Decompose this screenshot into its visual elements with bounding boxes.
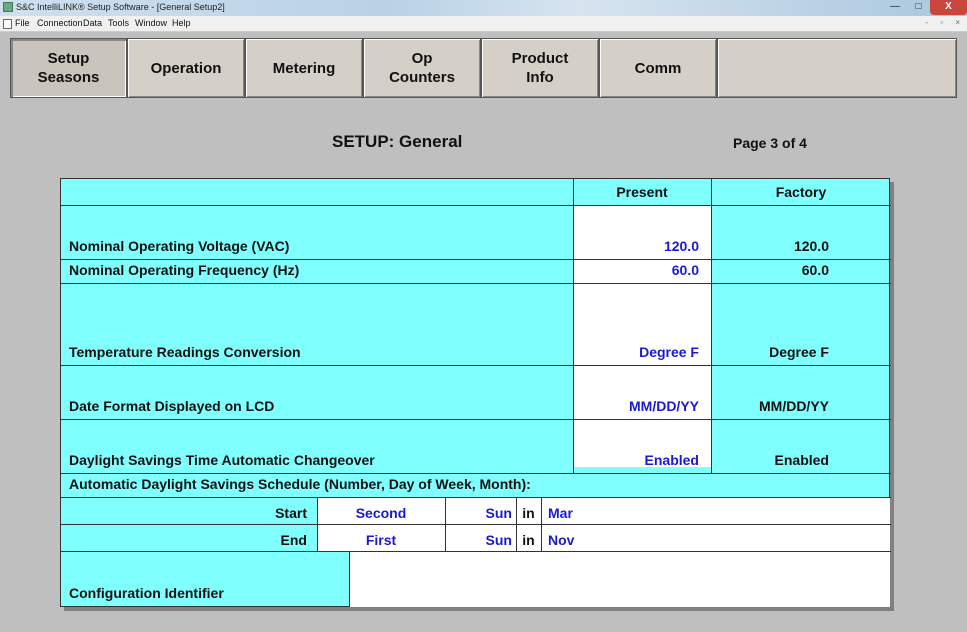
tab-operation[interactable]: Operation [127, 38, 245, 98]
column-header-factory: Factory [775, 184, 827, 200]
tab-setup-seasons[interactable]: Setup Seasons [10, 38, 127, 98]
dst-start-month[interactable]: Mar [548, 505, 573, 521]
present-temperature-value[interactable]: Degree F [573, 344, 699, 360]
row-label-temperature: Temperature Readings Conversion [69, 344, 301, 360]
menu-connection[interactable]: Connection [37, 18, 83, 28]
tab-bar: Setup Seasons Operation Metering Op Coun… [10, 38, 957, 98]
factory-temperature-value: Degree F [769, 344, 829, 360]
minimize-button[interactable]: — [883, 0, 907, 15]
title-bar: S&C IntelliLINK® Setup Software - [Gener… [0, 0, 967, 16]
factory-date-format-value: MM/DD/YY [759, 398, 829, 414]
tab-metering[interactable]: Metering [245, 38, 363, 98]
dst-end-in: in [522, 532, 535, 548]
menu-window[interactable]: Window [135, 18, 167, 28]
tab-product-info[interactable]: Product Info [481, 38, 599, 98]
close-button[interactable]: X [930, 0, 967, 15]
dst-start-day[interactable]: Sun [445, 505, 512, 521]
menu-tools[interactable]: Tools [108, 18, 129, 28]
dst-start-number[interactable]: Second [317, 505, 445, 521]
settings-table: Present Factory Nominal Operating Voltag… [60, 178, 891, 607]
config-identifier-label: Configuration Identifier [69, 585, 224, 601]
present-dst-changeover-value[interactable]: Enabled [573, 452, 699, 468]
dst-start-in: in [522, 505, 535, 521]
row-label-frequency: Nominal Operating Frequency (Hz) [69, 262, 300, 278]
menu-bar: File Connection Data Tools Window Help -… [0, 16, 967, 32]
dst-end-number[interactable]: First [317, 532, 445, 548]
menu-help[interactable]: Help [172, 18, 191, 28]
row-label-date-format: Date Format Displayed on LCD [69, 398, 275, 414]
window-title: S&C IntelliLINK® Setup Software - [Gener… [16, 2, 225, 12]
maximize-button[interactable]: □ [907, 0, 930, 15]
present-voltage-value[interactable]: 120.0 [573, 238, 699, 254]
factory-frequency-value: 60.0 [801, 262, 829, 278]
row-label-voltage: Nominal Operating Voltage (VAC) [69, 238, 290, 254]
config-identifier-field[interactable] [349, 551, 890, 607]
page-title: SETUP: General [332, 132, 463, 151]
factory-dst-changeover-value: Enabled [774, 452, 829, 468]
tab-op-counters[interactable]: Op Counters [363, 38, 481, 98]
mdi-window-controls[interactable]: - ▫ × [925, 18, 965, 27]
document-icon[interactable] [3, 19, 12, 29]
dst-schedule-header: Automatic Daylight Savings Schedule (Num… [69, 476, 531, 492]
page-indicator: Page 3 of 4 [733, 135, 807, 151]
dst-end-day[interactable]: Sun [445, 532, 512, 548]
present-date-format-value[interactable]: MM/DD/YY [573, 398, 699, 414]
factory-voltage-value: 120.0 [793, 238, 829, 254]
tab-comm[interactable]: Comm [599, 38, 717, 98]
tab-empty [717, 38, 957, 98]
dst-end-month[interactable]: Nov [548, 532, 574, 548]
app-icon [3, 2, 13, 12]
row-label-dst-changeover: Daylight Savings Time Automatic Changeov… [69, 452, 375, 468]
dst-end-label: End [280, 532, 307, 548]
dst-start-label: Start [275, 505, 307, 521]
present-frequency-value[interactable]: 60.0 [573, 262, 699, 278]
menu-data[interactable]: Data [83, 18, 102, 28]
column-header-present: Present [616, 184, 668, 200]
menu-file[interactable]: File [15, 18, 30, 28]
